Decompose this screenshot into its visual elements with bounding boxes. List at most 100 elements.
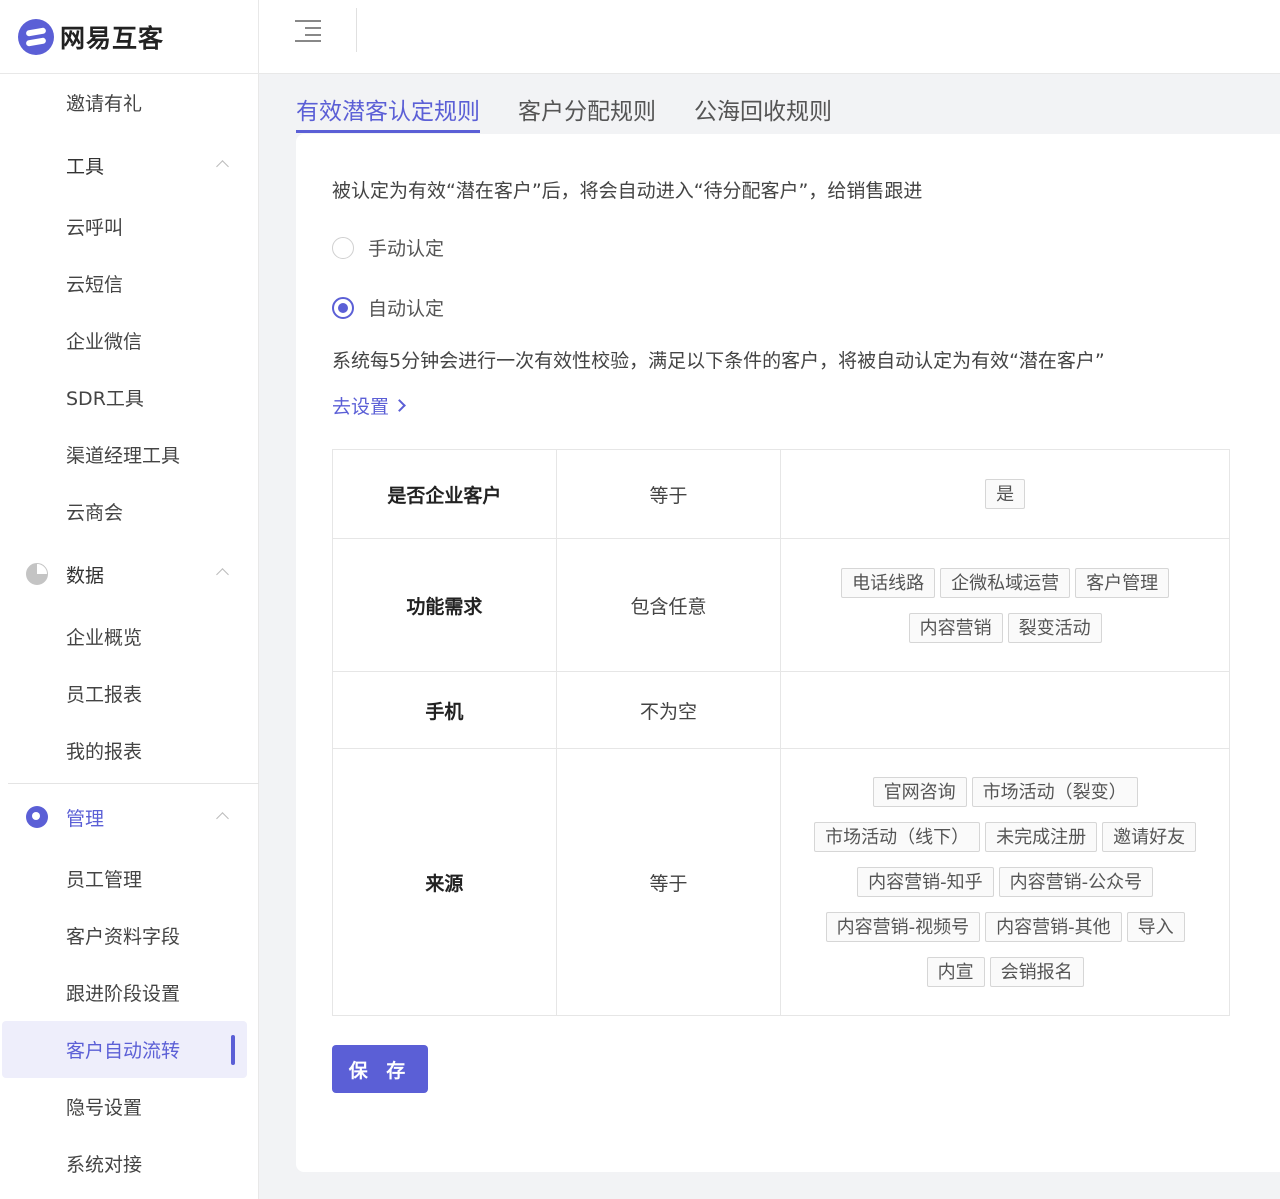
rule-values: 电话线路 企微私域运营 客户管理 内容营销 裂变活动 [780, 538, 1230, 672]
sidebar-item-label: SDR工具 [66, 388, 144, 410]
sidebar-item-auto-flow[interactable]: 客户自动流转 [2, 1021, 247, 1078]
value-tag: 邀请好友 [1102, 822, 1197, 852]
sidebar-group-manage[interactable]: 管理 [0, 784, 259, 850]
sidebar-group-label: 管理 [66, 807, 105, 830]
sidebar-menu: 邀请有礼 工具 云呼叫 云短信 企业微信 SDR工具 渠道经理工具 云商会 数据… [0, 88, 259, 1192]
grid-icon [26, 154, 48, 176]
sidebar-item-label: 云商会 [66, 502, 124, 524]
sidebar-item-wecom[interactable]: 企业微信 [0, 312, 259, 369]
chevron-up-icon [216, 812, 229, 825]
value-tag: 内容营销-知乎 [857, 867, 994, 897]
rule-field: 来源 [332, 748, 557, 1016]
sidebar-group-tools[interactable]: 工具 [0, 132, 259, 198]
radio-auto[interactable]: 自动认定 [332, 294, 444, 321]
rule-operator: 等于 [555, 748, 782, 1016]
system-check-note: 系统每5分钟会进行一次有效性校验，满足以下条件的客户，将被自动认定为有效“潜在客… [332, 350, 1105, 372]
rule-field: 手机 [332, 671, 557, 749]
sidebar-item-customer-fields[interactable]: 客户资料字段 [0, 907, 259, 964]
sidebar-item-cloud-chamber[interactable]: 云商会 [0, 483, 259, 540]
table-row: 功能需求 包含任意 电话线路 企微私域运营 客户管理 内容营销 裂变活动 [332, 538, 1230, 672]
sidebar-item-label: 员工报表 [66, 684, 143, 706]
sidebar-item-label: 系统对接 [66, 1154, 143, 1176]
tab-pool-recycle-rule[interactable]: 公海回收规则 [694, 74, 832, 134]
rule-operator: 等于 [555, 449, 782, 539]
rule-values [780, 671, 1230, 749]
active-indicator [231, 1035, 235, 1065]
sidebar-item-label: 云呼叫 [66, 217, 124, 239]
chevron-right-icon [393, 399, 406, 412]
table-row: 来源 等于 官网咨询 市场活动（裂变） 市场活动（线下） 未完成注册 邀请好友 … [332, 748, 1230, 1016]
sidebar-item-label: 邀请有礼 [66, 92, 143, 115]
value-tag: 市场活动（线下） [814, 822, 981, 852]
rule-values: 是 [780, 449, 1230, 539]
value-tag: 官网咨询 [872, 777, 967, 807]
value-tag: 会销报名 [989, 957, 1084, 987]
rule-values: 官网咨询 市场活动（裂变） 市场活动（线下） 未完成注册 邀请好友 内容营销-知… [780, 748, 1230, 1016]
sidebar-group-label: 工具 [66, 155, 105, 178]
rule-field: 功能需求 [332, 538, 557, 672]
value-tag: 客户管理 [1075, 567, 1170, 598]
sidebar-item-overview[interactable]: 企业概览 [0, 608, 259, 665]
collapse-menu-icon[interactable] [295, 20, 321, 42]
value-tag: 电话线路 [841, 567, 936, 598]
sidebar: 网易互客 邀请有礼 工具 云呼叫 云短信 企业微信 SDR工具 渠道经理工具 云… [0, 0, 259, 1199]
value-tag: 内容营销-视频号 [825, 912, 981, 942]
sidebar-item-staff-manage[interactable]: 员工管理 [0, 850, 259, 907]
sidebar-item-my-report[interactable]: 我的报表 [0, 722, 259, 779]
value-tag: 未完成注册 [985, 822, 1098, 852]
sidebar-item-label: 客户资料字段 [66, 926, 181, 948]
value-tag: 内容营销-其他 [985, 912, 1122, 942]
value-tag: 裂变活动 [1007, 612, 1102, 643]
rule-field: 是否企业客户 [332, 449, 557, 539]
sidebar-item-sdr[interactable]: SDR工具 [0, 369, 259, 426]
sidebar-item-privacy-number[interactable]: 隐号设置 [0, 1078, 259, 1135]
sidebar-item-label: 企业微信 [66, 331, 143, 353]
header-divider [356, 8, 357, 52]
sidebar-item-label: 客户自动流转 [66, 1040, 181, 1062]
content-card: 被认定为有效“潜在客户”后，将会自动进入“待分配客户”，给销售跟进 手动认定 自… [296, 134, 1280, 1172]
chevron-up-icon [216, 160, 229, 173]
sidebar-item-channel-manager[interactable]: 渠道经理工具 [0, 426, 259, 483]
go-settings-link[interactable]: 去设置 [332, 392, 406, 419]
tab-assignment-rule[interactable]: 客户分配规则 [518, 74, 656, 134]
save-button[interactable]: 保 存 [332, 1045, 428, 1093]
rule-description: 被认定为有效“潜在客户”后，将会自动进入“待分配客户”，给销售跟进 [332, 180, 923, 202]
tab-valid-lead-rule[interactable]: 有效潜客认定规则 [296, 74, 480, 134]
sidebar-item-cloud-sms[interactable]: 云短信 [0, 255, 259, 312]
sidebar-item-label: 员工管理 [66, 869, 143, 891]
value-tag: 市场活动（裂变） [971, 777, 1138, 807]
value-tag: 导入 [1126, 912, 1185, 942]
rules-table: 是否企业客户 等于 是 功能需求 包含任意 电话线路 企微私域运营 客户管理 内… [332, 449, 1230, 1016]
sidebar-item-label: 渠道经理工具 [66, 445, 181, 467]
sidebar-item-label: 企业概览 [66, 627, 143, 649]
radio-circle [332, 236, 354, 259]
sidebar-item-staff-report[interactable]: 员工报表 [0, 665, 259, 722]
value-tag: 内容营销-公众号 [998, 867, 1154, 897]
value-tag: 内宣 [926, 957, 985, 987]
radio-circle-checked [332, 296, 354, 319]
pie-chart-icon [26, 563, 48, 585]
radio-label: 手动认定 [368, 238, 445, 260]
sidebar-item-followup-stage[interactable]: 跟进阶段设置 [0, 964, 259, 1021]
gear-icon [26, 806, 48, 828]
sidebar-item-invite[interactable]: 邀请有礼 [0, 72, 259, 132]
link-label: 去设置 [332, 396, 390, 418]
brand-name: 网易互客 [60, 23, 165, 53]
radio-manual[interactable]: 手动认定 [332, 234, 444, 261]
value-tag: 企微私域运营 [940, 567, 1071, 598]
sidebar-group-data[interactable]: 数据 [0, 540, 259, 608]
value-tag: 是 [985, 479, 1026, 509]
sidebar-item-label: 隐号设置 [66, 1097, 143, 1119]
value-tag: 内容营销 [908, 612, 1003, 643]
brand-logo[interactable]: 网易互客 [0, 0, 258, 74]
rule-operator: 包含任意 [555, 538, 782, 672]
logo-icon [18, 18, 54, 55]
sidebar-item-label: 跟进阶段设置 [66, 983, 181, 1005]
top-header [259, 0, 1280, 74]
table-row: 是否企业客户 等于 是 [332, 449, 1230, 539]
sidebar-item-system-integration[interactable]: 系统对接 [0, 1135, 259, 1192]
sidebar-item-cloud-call[interactable]: 云呼叫 [0, 198, 259, 255]
rule-tabs: 有效潜客认定规则 客户分配规则 公海回收规则 [296, 74, 870, 134]
sidebar-group-label: 数据 [66, 564, 105, 587]
sidebar-item-label: 我的报表 [66, 741, 143, 763]
